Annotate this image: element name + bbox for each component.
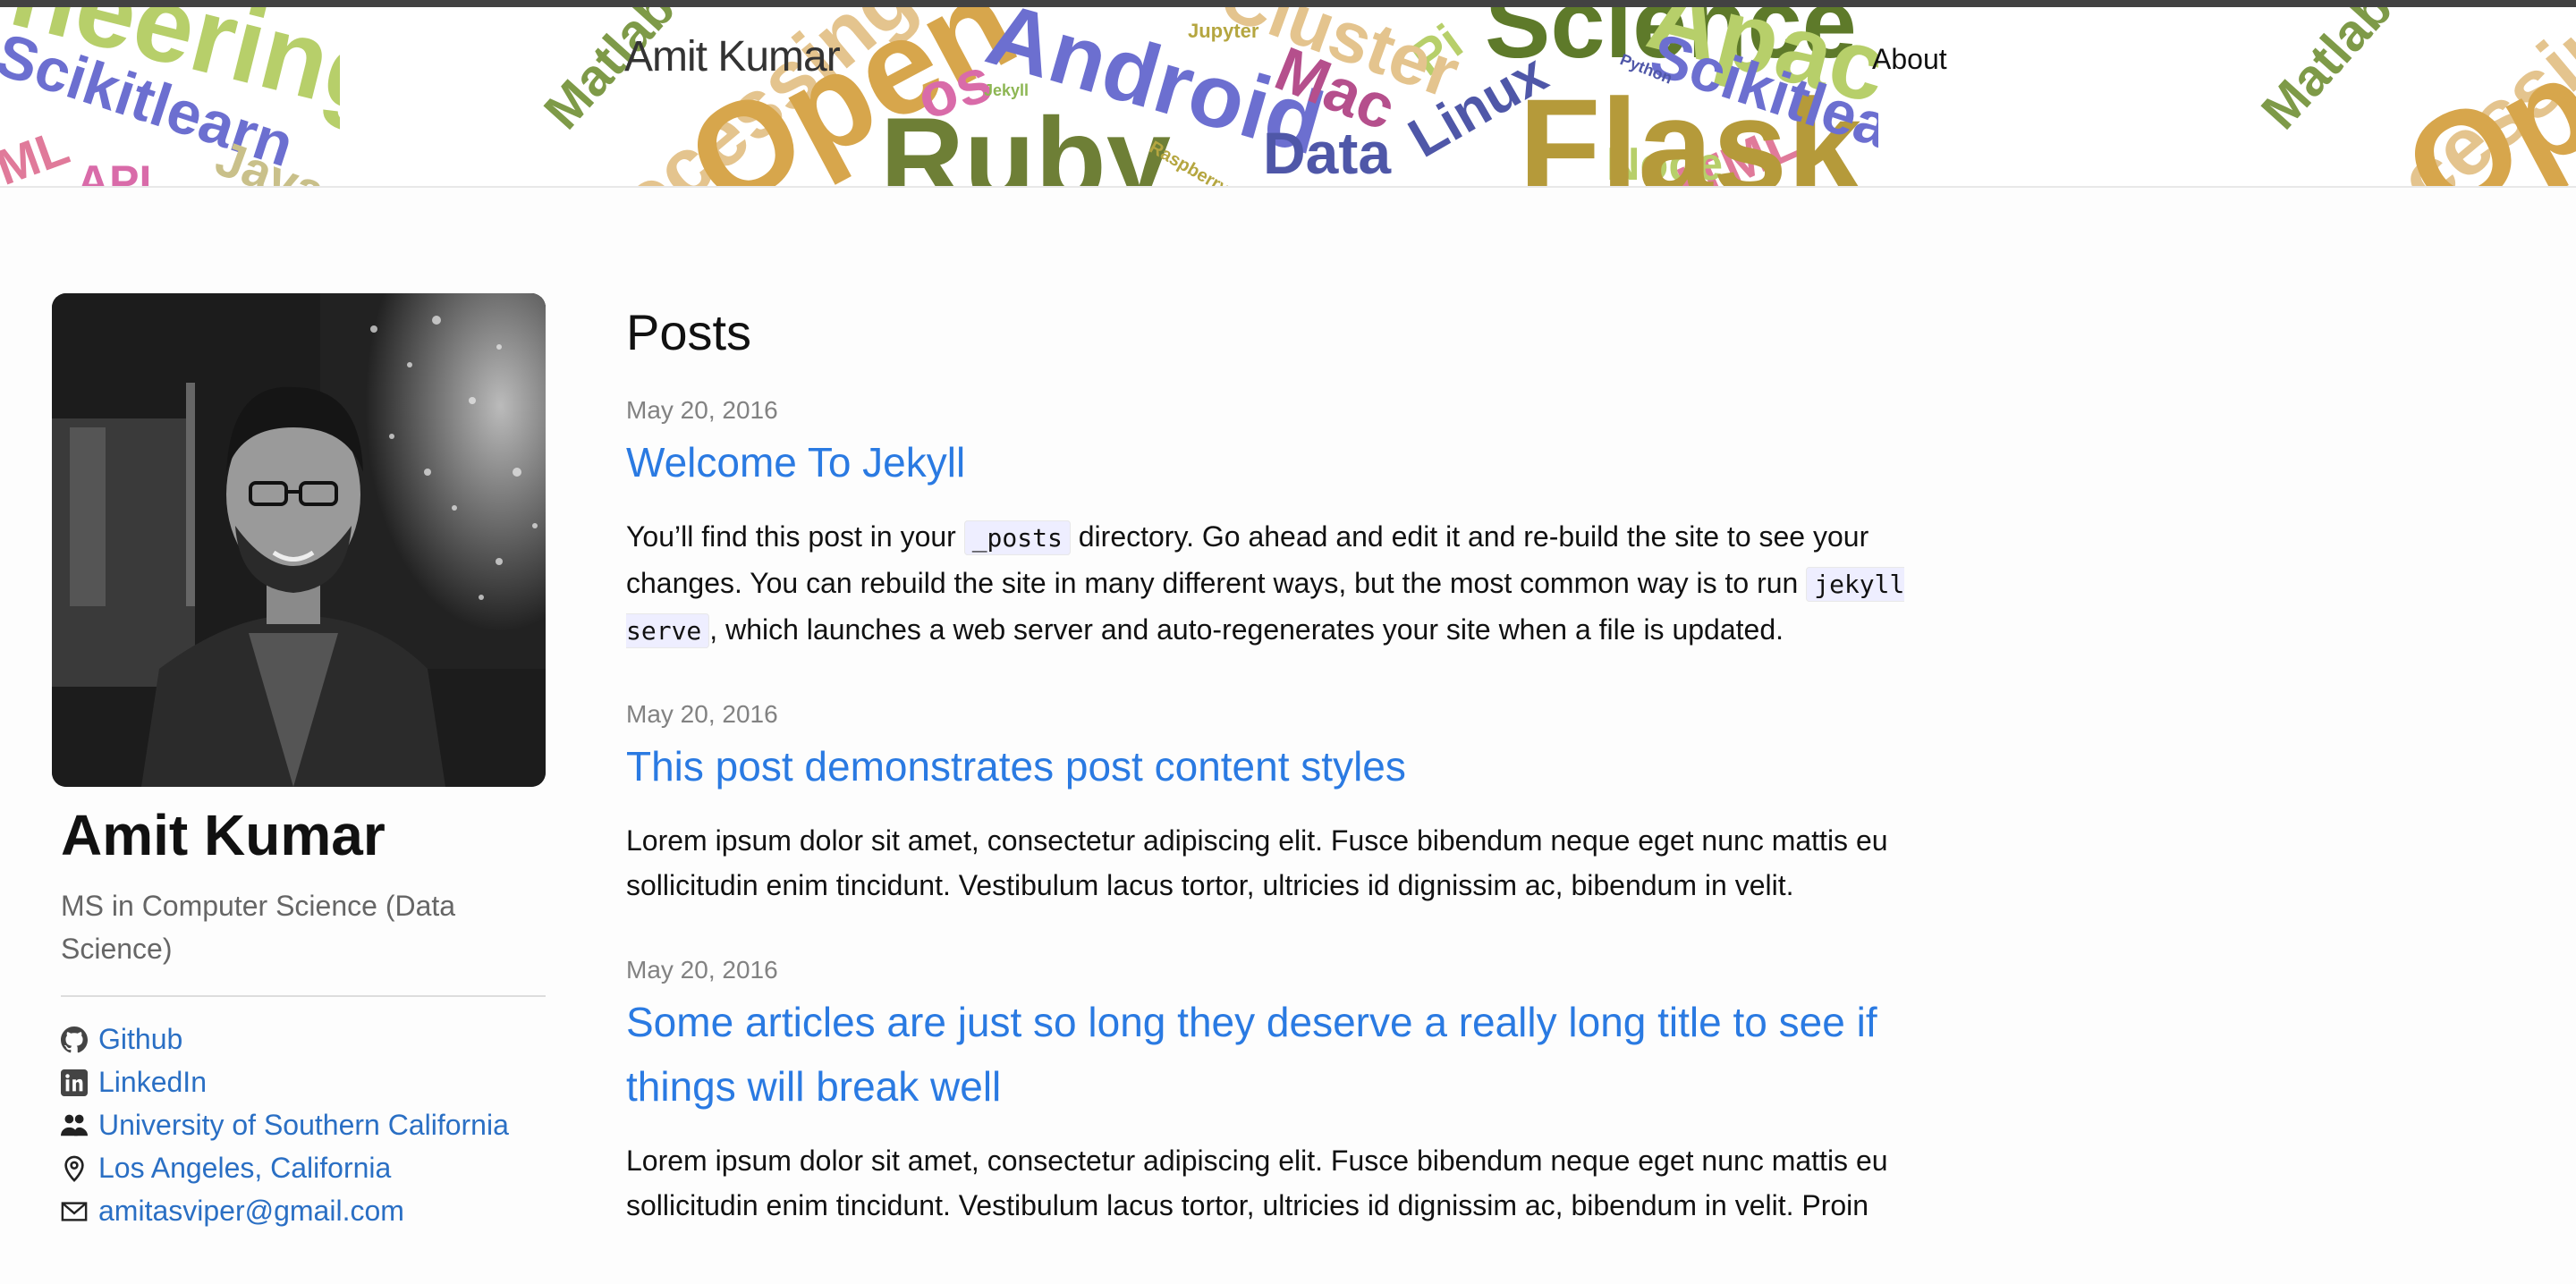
- site-title[interactable]: Amit Kumar: [624, 32, 841, 81]
- post-excerpt: Lorem ipsum dolor sit amet, consectetur …: [626, 824, 1888, 902]
- cloud-word: ML: [0, 118, 77, 186]
- link-university[interactable]: University of Southern California: [61, 1104, 546, 1147]
- author-name: Amit Kumar: [61, 803, 386, 867]
- linkedin-icon: [61, 1069, 88, 1096]
- posts-main: Posts May 20, 2016 Welcome To Jekyll You…: [626, 297, 1950, 1228]
- sidebar-divider: [61, 994, 546, 997]
- post-title-link[interactable]: This post demonstrates post content styl…: [626, 734, 1950, 798]
- link-github[interactable]: Github: [61, 1018, 546, 1061]
- people-icon: [61, 1114, 88, 1136]
- author-avatar: [52, 293, 546, 787]
- post-date: May 20, 2016: [626, 700, 778, 729]
- top-accent-bar: [0, 0, 2576, 7]
- inline-code: _posts: [963, 520, 1071, 556]
- cloud-word: Open: [2382, 7, 2576, 186]
- post-excerpt: Lorem ipsum dolor sit amet, consectetur …: [626, 1145, 1888, 1222]
- posts-heading: Posts: [626, 304, 752, 360]
- post-item: May 20, 2016 Welcome To Jekyll You’ll fi…: [626, 396, 1950, 654]
- post-date: May 20, 2016: [626, 396, 778, 425]
- post-item: May 20, 2016 Some articles are just so l…: [626, 956, 1950, 1228]
- post-excerpt: You’ll find this post in your _posts dir…: [626, 514, 1950, 654]
- author-links: Github LinkedIn University of Southern C…: [61, 1018, 546, 1233]
- post-item: May 20, 2016 This post demonstrates post…: [626, 700, 1950, 908]
- nav-about-link[interactable]: About: [1872, 43, 1947, 76]
- word-cloud-right: Matlab Processing Open: [2218, 7, 2576, 186]
- excerpt-text: You’ll find this post in your: [626, 520, 964, 553]
- author-bio: MS in Computer Science (Data Science): [61, 889, 456, 965]
- github-icon: [61, 1026, 88, 1053]
- link-linkedin-label[interactable]: LinkedIn: [98, 1066, 207, 1099]
- cloud-word: Data: [1263, 120, 1392, 186]
- site-header: neering Scikitlearn Java ML API Matlab P…: [0, 7, 2576, 188]
- envelope-icon: [61, 1202, 88, 1221]
- post-title-link[interactable]: Welcome To Jekyll: [626, 430, 1950, 494]
- excerpt-text: , which launches a web server and auto-r…: [709, 613, 1784, 646]
- link-linkedin[interactable]: LinkedIn: [61, 1061, 546, 1104]
- link-github-label[interactable]: Github: [98, 1023, 182, 1056]
- location-pin-icon: [64, 1155, 84, 1182]
- cloud-word: API: [77, 156, 152, 186]
- link-location[interactable]: Los Angeles, California: [61, 1147, 546, 1190]
- link-location-label[interactable]: Los Angeles, California: [98, 1152, 391, 1185]
- cloud-word: Matlab: [2250, 7, 2404, 140]
- word-cloud-left: neering Scikitlearn Java ML API: [0, 7, 340, 186]
- cloud-word: Jekyll: [984, 81, 1030, 99]
- author-sidebar: Amit Kumar MS in Computer Science (Data …: [52, 293, 546, 1233]
- link-email-label[interactable]: amitasviper@gmail.com: [98, 1195, 404, 1228]
- link-university-label[interactable]: University of Southern California: [98, 1109, 509, 1142]
- link-email[interactable]: amitasviper@gmail.com: [61, 1190, 546, 1233]
- post-title-link[interactable]: Some articles are just so long they dese…: [626, 990, 1950, 1119]
- bottom-fade: [0, 1230, 2576, 1284]
- post-date: May 20, 2016: [626, 956, 778, 984]
